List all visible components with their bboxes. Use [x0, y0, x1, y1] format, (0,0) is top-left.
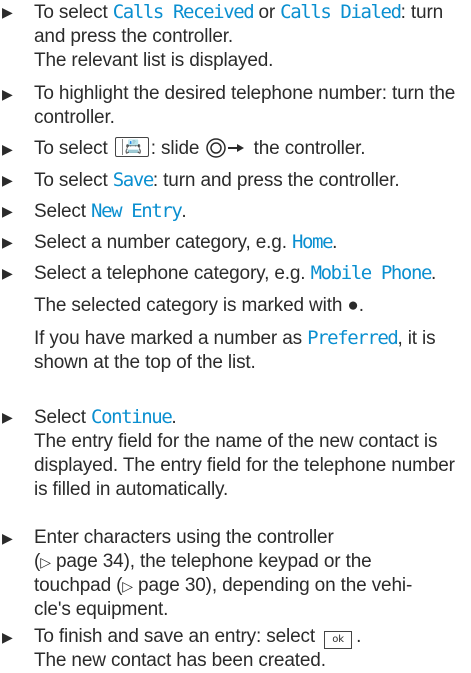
- bullet-marker: ▶: [2, 265, 13, 281]
- bullet-marker: ▶: [2, 234, 13, 250]
- step-text-line2: (▷ page 34), the telephone keypad or the: [34, 550, 465, 574]
- bullet-marker: ▶: [2, 203, 13, 219]
- ui-term-mobile-phone: Mobile Phone: [310, 262, 433, 284]
- step-text: or: [253, 2, 281, 23]
- step-text: .: [431, 263, 437, 284]
- bullet-marker: ▶: [2, 629, 13, 645]
- step-text: : turn and press the controller.: [152, 170, 400, 191]
- step-text: To select: [34, 170, 113, 191]
- bullet-marker: ▶: [2, 530, 13, 546]
- step-text: cle's equipment.: [34, 599, 169, 620]
- step-result-preferred: If you have marked a number as Preferred…: [34, 326, 465, 375]
- page-ref-icon: ▷: [122, 578, 133, 594]
- ui-term-new-entry: New Entry: [91, 200, 183, 222]
- phonebook-menu-icon: 📇: [114, 137, 149, 157]
- step-text: If you have marked a number as: [34, 328, 308, 349]
- step-text: touchpad (: [34, 575, 123, 596]
- bullet-marker: ▶: [2, 4, 13, 20]
- step-text-line3: touchpad (▷ page 30), depending on the v…: [34, 574, 465, 598]
- step-text: .: [181, 201, 187, 222]
- bullet-marker: ▶: [2, 141, 13, 157]
- step-text: To finish and save an entry: select: [34, 626, 321, 647]
- step-text: .: [356, 626, 362, 647]
- step-text: Select: [34, 407, 92, 428]
- step-text: the controller.: [248, 138, 366, 159]
- step-result: The entry field for the name of the new …: [34, 431, 455, 500]
- ui-term-calls-received: Calls Received: [112, 1, 255, 23]
- instruction-page: ▶ To select Calls Received or Calls Dial…: [0, 0, 471, 671]
- step-result: The new contact has been created.: [34, 650, 326, 671]
- step-text: To select: [34, 138, 113, 159]
- ui-term-continue: Continue: [91, 406, 173, 428]
- step-text: To highlight the desired telephone numbe…: [34, 83, 456, 128]
- step-text: Select a telephone category, e.g.: [34, 263, 311, 284]
- step-text: Enter characters using the controller: [34, 527, 334, 548]
- ui-term-home: Home: [291, 231, 334, 253]
- page-reference: page 30), depending on the vehi-: [132, 575, 413, 596]
- ui-term-save: Save: [112, 169, 155, 191]
- step-text: .: [171, 407, 177, 428]
- ui-term-preferred: Preferred: [307, 327, 399, 349]
- controller-slide-right-icon: [206, 138, 245, 158]
- step-result: The selected category is marked with ●.: [34, 295, 364, 316]
- step-text: To select: [34, 2, 113, 23]
- step-text: Select a number category, e.g.: [34, 232, 292, 253]
- bullet-marker: ▶: [2, 172, 13, 188]
- page-ref-icon: ▷: [40, 554, 51, 570]
- step-text: Select: [34, 201, 92, 222]
- step-text: : slide: [150, 138, 205, 159]
- bullet-marker: ▶: [2, 86, 13, 102]
- page-reference: page 34), the telephone keypad or the: [50, 551, 372, 572]
- bullet-marker: ▶: [2, 409, 13, 425]
- step-result: The relevant list is displayed.: [34, 50, 274, 71]
- step-text: .: [332, 232, 338, 253]
- ui-term-calls-dialed: Calls Dialed: [280, 1, 402, 23]
- ok-key-icon: ok: [324, 631, 353, 649]
